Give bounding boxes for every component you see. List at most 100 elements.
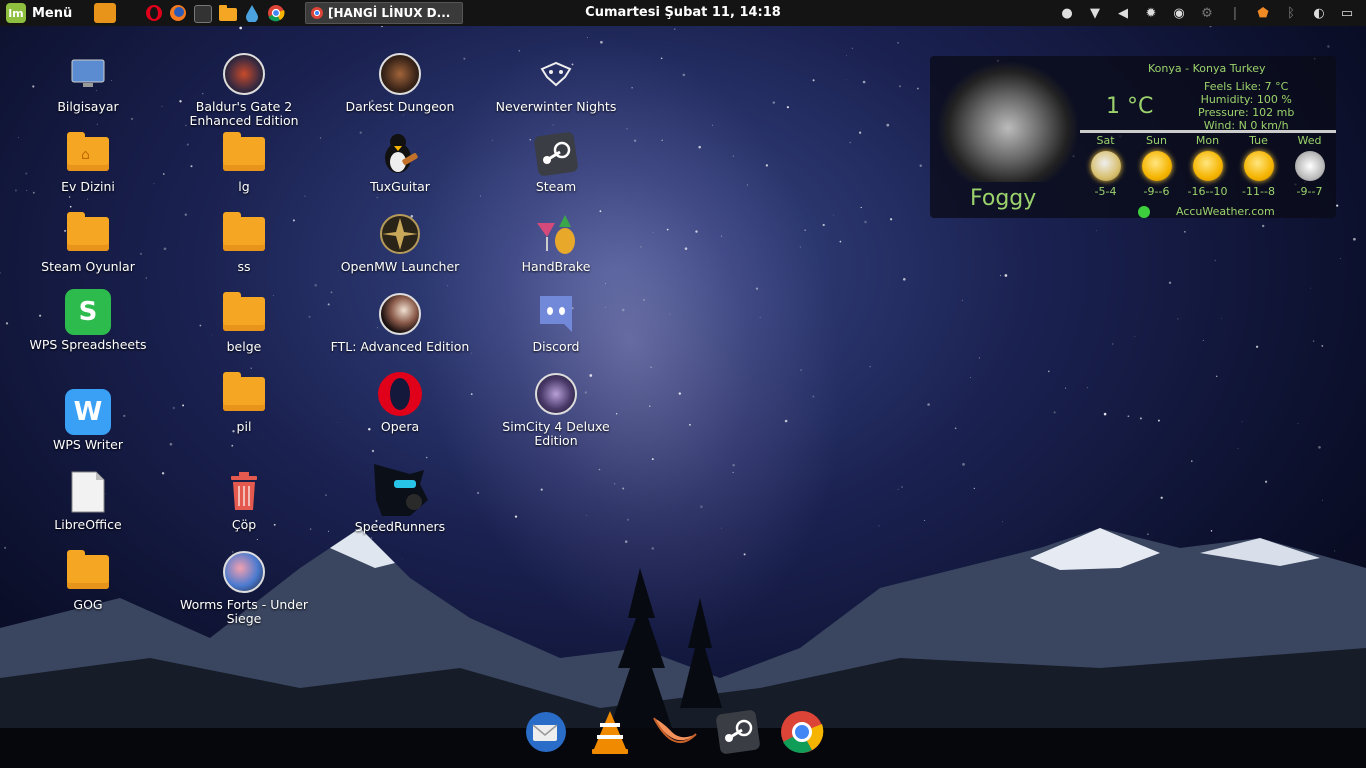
desktop-icon-darkest-dungeon[interactable]: Darkest Dungeon [330,50,470,114]
star [711,124,713,126]
star [916,87,919,90]
chrome-icon[interactable] [778,708,826,756]
desktop-icon-belge[interactable]: belge [174,290,314,354]
star [1353,237,1356,241]
star [598,468,601,471]
star [688,423,691,426]
star [799,246,801,248]
weather-source[interactable]: AccuWeather.com [1176,205,1275,218]
folder-icon [220,210,268,258]
dock [522,708,826,756]
star [669,313,671,315]
weather-pressure: Pressure: 102 mb [1198,106,1295,119]
computer-icon [64,50,112,98]
star [1310,287,1312,289]
desktop-icon-bilgisayar[interactable]: Bilgisayar [18,50,158,114]
wifi-icon[interactable]: ▼ [1086,4,1104,22]
desktop-icon-label: SpeedRunners [354,519,446,534]
star [1221,317,1222,319]
star [613,483,616,485]
desktop-icon-gog[interactable]: GOG [18,548,158,612]
desktop-icon-ss[interactable]: ss [174,210,314,274]
desktop-icon-openmw[interactable]: OpenMW Launcher [330,210,470,274]
steam-icon[interactable] [714,708,762,756]
snow-icon [1294,151,1325,181]
star [1053,411,1056,414]
thunderbird-icon[interactable] [522,708,570,756]
desktop-icon-worms-forts[interactable]: Worms Forts - Under Siege [174,548,314,626]
desktop-icon-speedrunners[interactable]: SpeedRunners [330,460,470,534]
desktop-icon-opera[interactable]: Opera [330,370,470,434]
desktop-icon-tuxguitar[interactable]: TuxGuitar [330,130,470,194]
network-icon[interactable]: ◐ [1310,4,1328,22]
steam-icon[interactable]: ⚙ [1198,4,1216,22]
star [954,427,957,430]
star [314,283,318,287]
desktop-icon-label: lg [238,179,250,194]
star [163,173,165,175]
desktop-icon-cop[interactable]: Çöp [174,468,314,532]
star [800,369,802,371]
star [319,137,322,139]
bluetooth-icon[interactable]: ᛒ [1282,4,1300,22]
star [1139,417,1142,420]
star [822,223,825,227]
simcity-icon [532,370,580,418]
desktop-icon-discord[interactable]: Discord [486,290,626,354]
desktop-icon-wps-spreadsheets[interactable]: S WPS Spreadsheets [18,288,158,352]
desktop-icon-steam-oyunlar[interactable]: Steam Oyunlar [18,210,158,274]
desktop-icon-baldurs-gate[interactable]: Baldur's Gate 2 Enhanced Edition [174,50,314,128]
forecast-day-label: Sat [1096,134,1115,147]
desktop-icon-label: pil [236,419,252,434]
star [376,196,378,199]
clementine-icon[interactable] [650,708,698,756]
window-icon[interactable]: ▭ [1338,4,1356,22]
brightness-icon[interactable]: ✹ [1142,4,1160,22]
desktop-icon-wps-writer[interactable]: W WPS Writer [18,388,158,452]
thermometer-icon[interactable]: ❘ [1226,4,1244,22]
star [973,487,975,490]
desktop-icon-label: OpenMW Launcher [340,259,460,274]
wps-spreadsheets-icon: S [64,288,112,336]
star [1177,318,1179,320]
desktop-icon-ftl[interactable]: FTL: Advanced Edition [330,290,470,354]
star [961,299,963,301]
star [674,28,676,30]
star [1321,499,1324,501]
desktop-icon-simcity[interactable]: SimCity 4 Deluxe Edition [486,370,626,448]
discord-icon[interactable]: ◉ [1170,4,1188,22]
speedrunners-icon [370,460,430,518]
star [864,220,867,224]
star [858,131,862,134]
forecast-day-label: Tue [1249,134,1268,147]
star [1134,336,1136,337]
darkest-dungeon-icon [376,50,424,98]
star [1327,45,1330,48]
baldurs-gate-icon [220,50,268,98]
sunny-icon [1192,151,1223,181]
desktop-icon-ev-dizini[interactable]: ⌂ Ev Dizini [18,130,158,194]
weather-details: Feels Like: 7 °C Humidity: 100 % Pressur… [1198,80,1294,132]
star [919,164,922,167]
star [660,57,663,60]
desktop-icon-neverwinter[interactable]: Neverwinter Nights [486,50,626,114]
star [886,123,890,127]
weather-widget[interactable]: Foggy Konya - Konya Turkey 1 °C Feels Li… [930,56,1336,218]
user-icon[interactable]: ● [1058,4,1076,22]
star [720,235,722,237]
weather-location: Konya - Konya Turkey [1148,62,1266,75]
desktop-icon-label: Bilgisayar [57,99,119,114]
desktop-icon-pil[interactable]: pil [174,370,314,434]
vlc-icon[interactable] [586,708,634,756]
star [869,366,871,368]
star [87,198,89,200]
star [626,128,628,130]
volume-icon[interactable]: ◀ [1114,4,1132,22]
star [470,393,473,396]
desktop-icon-handbrake[interactable]: HandBrake [486,210,626,274]
desktop-icon-libreoffice[interactable]: LibreOffice [18,468,158,532]
desktop-icon-lg[interactable]: lg [174,130,314,194]
security-icon[interactable]: ⬟ [1254,4,1272,22]
desktop-icon-steam[interactable]: Steam [486,130,626,194]
forecast-range: -9--7 [1296,185,1323,198]
